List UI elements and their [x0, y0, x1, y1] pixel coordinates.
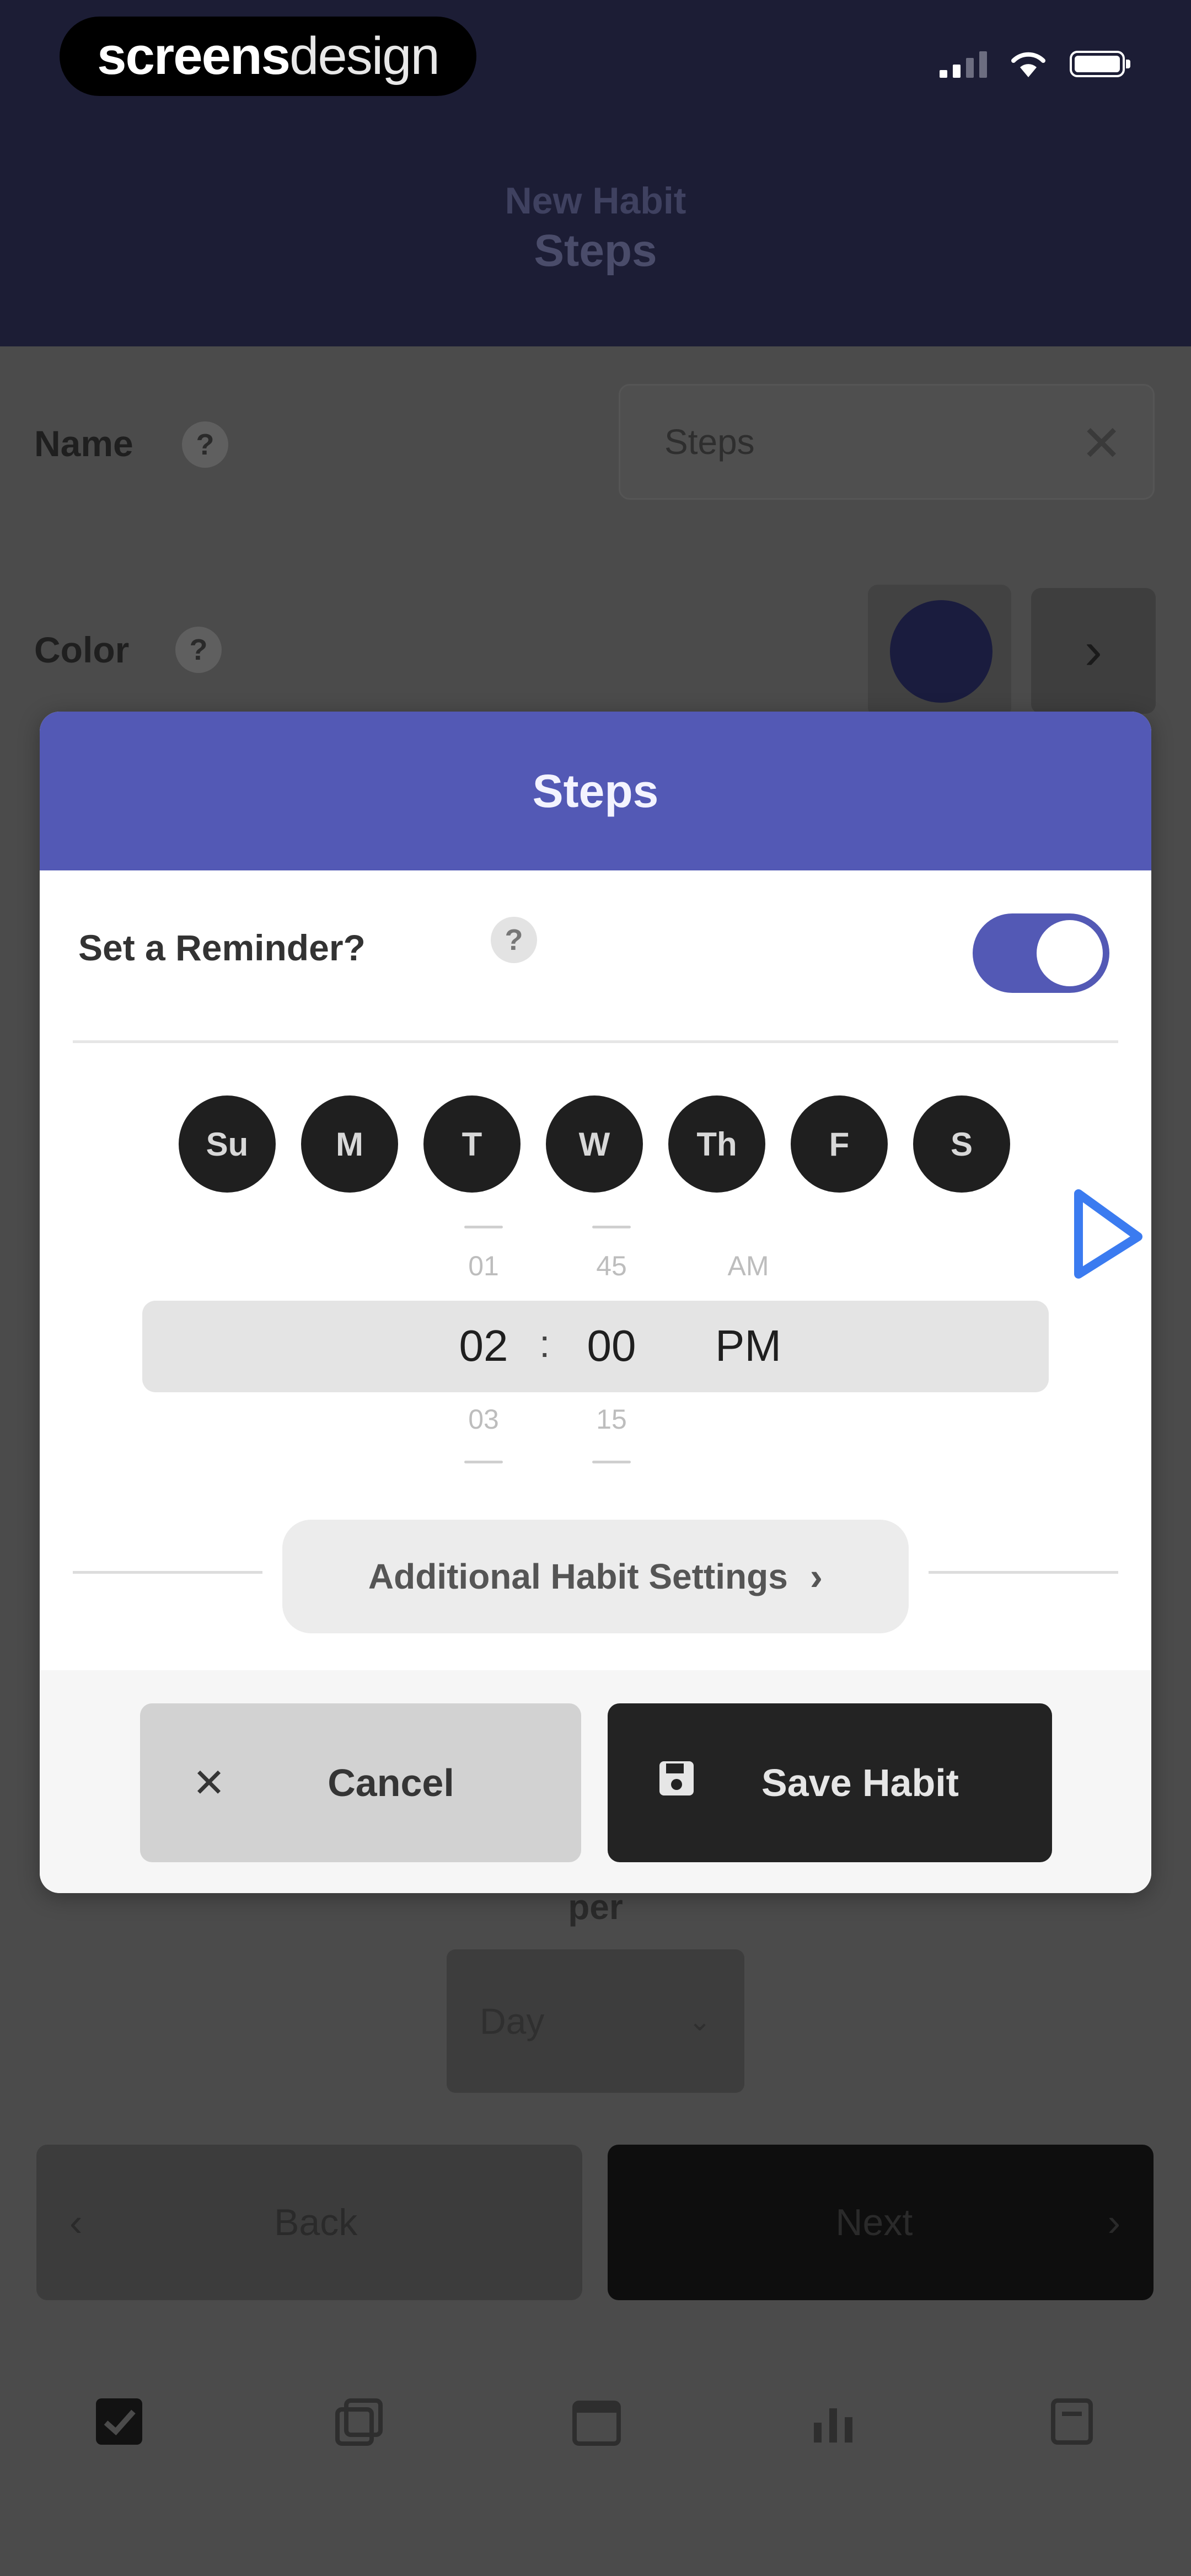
name-help-icon[interactable]: ?	[182, 421, 228, 468]
next-label: Next	[835, 2201, 913, 2243]
minute-next[interactable]: 15	[570, 1403, 653, 1435]
chevron-right-icon: ›	[809, 1555, 823, 1598]
status-icons	[940, 50, 1130, 78]
additional-settings-button[interactable]: Additional Habit Settings ›	[282, 1520, 909, 1633]
header-title: Steps	[534, 226, 657, 276]
reminder-help-icon[interactable]: ?	[491, 917, 537, 963]
picker-scroll-mark	[464, 1461, 503, 1463]
battery-icon	[1070, 51, 1130, 77]
next-button[interactable]: Next ›	[608, 2145, 1154, 2300]
minute-picker[interactable]: 00	[567, 1321, 656, 1371]
chevron-down-icon: ⌄	[688, 2006, 711, 2037]
reminder-label: Set a Reminder?	[78, 927, 366, 968]
day-monday[interactable]: M	[301, 1095, 398, 1193]
close-icon: ✕	[192, 1761, 226, 1805]
additional-settings-label: Additional Habit Settings	[368, 1557, 788, 1596]
save-habit-label: Save Habit	[761, 1761, 959, 1804]
name-label: Name	[34, 423, 133, 464]
minute-prev[interactable]: 45	[570, 1250, 653, 1282]
chevron-right-icon: ›	[1107, 2201, 1120, 2244]
divider	[929, 1571, 1118, 1574]
tab-calendar-icon[interactable]	[564, 2388, 630, 2455]
tab-stats-icon[interactable]	[801, 2388, 867, 2455]
time-separator: :	[539, 1322, 550, 1365]
color-help-icon[interactable]: ?	[175, 627, 222, 673]
divider	[73, 1040, 1118, 1043]
hour-prev[interactable]: 01	[442, 1250, 525, 1282]
ampm-prev[interactable]: AM	[707, 1250, 790, 1282]
period-select[interactable]: Day ⌄	[447, 1949, 744, 2093]
tab-habits-checkbox-icon[interactable]	[86, 2388, 152, 2455]
chevron-left-icon: ‹	[69, 2201, 83, 2244]
cancel-button[interactable]: ✕ Cancel	[140, 1703, 581, 1862]
name-input[interactable]: Steps	[619, 384, 1155, 500]
day-selector: Su M T W Th F S	[179, 1095, 1010, 1193]
clear-icon[interactable]: ✕	[1081, 419, 1122, 469]
brand-watermark: screens design	[60, 17, 476, 96]
day-tuesday[interactable]: T	[423, 1095, 521, 1193]
save-habit-button[interactable]: Save Habit	[608, 1703, 1052, 1862]
reminder-modal: Steps Set a Reminder? ? Su M T W Th F S …	[40, 712, 1151, 1893]
day-friday[interactable]: F	[791, 1095, 888, 1193]
brand-light-text: design	[289, 26, 440, 85]
color-label: Color	[34, 629, 130, 670]
back-label: Back	[274, 2201, 358, 2243]
wifi-icon	[1011, 52, 1045, 77]
period-value: Day	[480, 2001, 545, 2041]
brand-bold-text: screens	[97, 26, 291, 85]
floppy-disk-icon	[646, 1759, 707, 1807]
day-saturday[interactable]: S	[913, 1095, 1010, 1193]
back-button[interactable]: ‹ Back	[36, 2145, 582, 2300]
signal-icon	[940, 50, 987, 78]
day-wednesday[interactable]: W	[546, 1095, 643, 1193]
chevron-right-icon[interactable]: ›	[1031, 588, 1156, 714]
tab-journal-icon[interactable]	[325, 2388, 391, 2455]
toggle-knob	[1037, 920, 1103, 986]
hour-next[interactable]: 03	[442, 1403, 525, 1435]
header-subtitle: New Habit	[505, 180, 686, 222]
picker-scroll-mark	[464, 1226, 503, 1228]
cancel-label: Cancel	[328, 1761, 454, 1804]
picker-scroll-mark	[592, 1461, 631, 1463]
tab-settings-icon[interactable]	[1039, 2388, 1105, 2455]
day-thursday[interactable]: Th	[668, 1095, 765, 1193]
divider	[73, 1571, 262, 1574]
reminder-toggle[interactable]	[973, 913, 1109, 993]
modal-title: Steps	[40, 712, 1151, 870]
picker-scroll-mark	[592, 1226, 631, 1228]
cursor-pointer-icon	[1074, 1189, 1142, 1279]
hour-picker[interactable]: 02	[439, 1321, 528, 1371]
color-swatch	[890, 600, 993, 703]
day-sunday[interactable]: Su	[179, 1095, 276, 1193]
ampm-picker[interactable]: PM	[704, 1321, 792, 1371]
